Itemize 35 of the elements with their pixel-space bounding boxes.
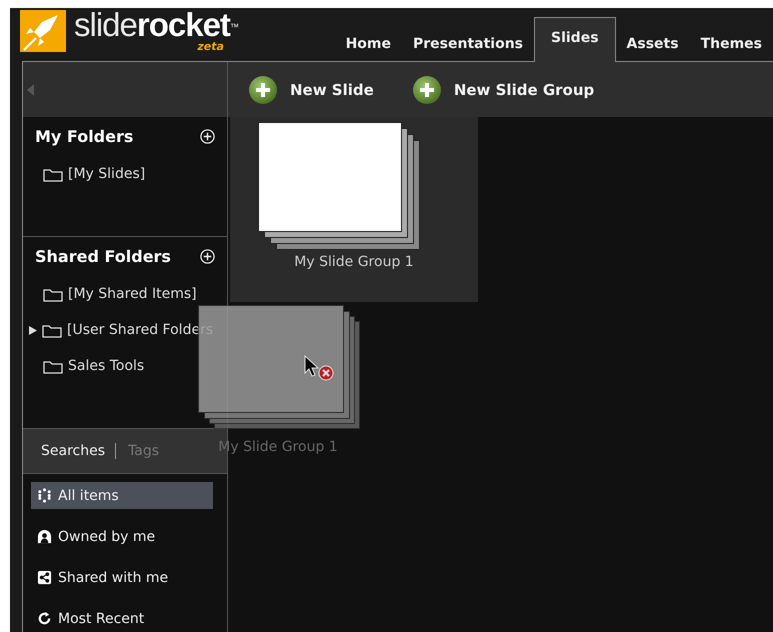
dots-icon (37, 488, 52, 503)
edition-label: zeta (197, 40, 224, 52)
nav-tab[interactable]: Slides (534, 17, 616, 62)
nav-tab[interactable]: Home (334, 26, 402, 61)
new-item-button[interactable]: New Slide Group (412, 74, 594, 104)
person-icon (37, 529, 52, 544)
folder-icon (43, 358, 63, 374)
share-icon (37, 570, 52, 585)
folder-label[interactable]: [My Shared Items] (68, 286, 197, 302)
folder-icon (42, 322, 62, 338)
nav-tab[interactable]: Assets (616, 26, 690, 61)
folder-label[interactable]: Sales Tools (68, 358, 144, 374)
add-folder-icon[interactable] (200, 129, 215, 144)
rocket-logo-icon (20, 10, 66, 52)
new-item-button[interactable]: New Slide (248, 74, 374, 104)
add-folder-icon[interactable] (200, 249, 215, 264)
search-item[interactable]: All items (31, 482, 213, 509)
nav-tab[interactable]: Presentations (402, 26, 534, 61)
slide-group-card[interactable]: My Slide Group 1 (230, 117, 478, 302)
slide-group-label: My Slide Group 1 (294, 254, 414, 270)
logo-wordmark: sliderocket$^{™}$ (74, 8, 238, 40)
search-item[interactable]: Owned by me (31, 523, 213, 550)
plus-icon (248, 74, 278, 104)
nav-tab[interactable]: Themes (690, 26, 773, 61)
search-tab[interactable]: Searches (41, 443, 116, 459)
search-item[interactable]: Most Recent (31, 605, 213, 632)
folder-label[interactable]: [My Slides] (68, 166, 146, 182)
folder-icon (43, 166, 63, 182)
folder-icon (43, 286, 63, 302)
expand-arrow-icon[interactable] (29, 326, 37, 334)
search-item[interactable]: Shared with me (31, 564, 213, 591)
section-title: Shared Folders (35, 247, 171, 266)
refresh-icon (37, 611, 52, 626)
plus-icon (412, 74, 442, 104)
section-title: My Folders (35, 127, 134, 146)
